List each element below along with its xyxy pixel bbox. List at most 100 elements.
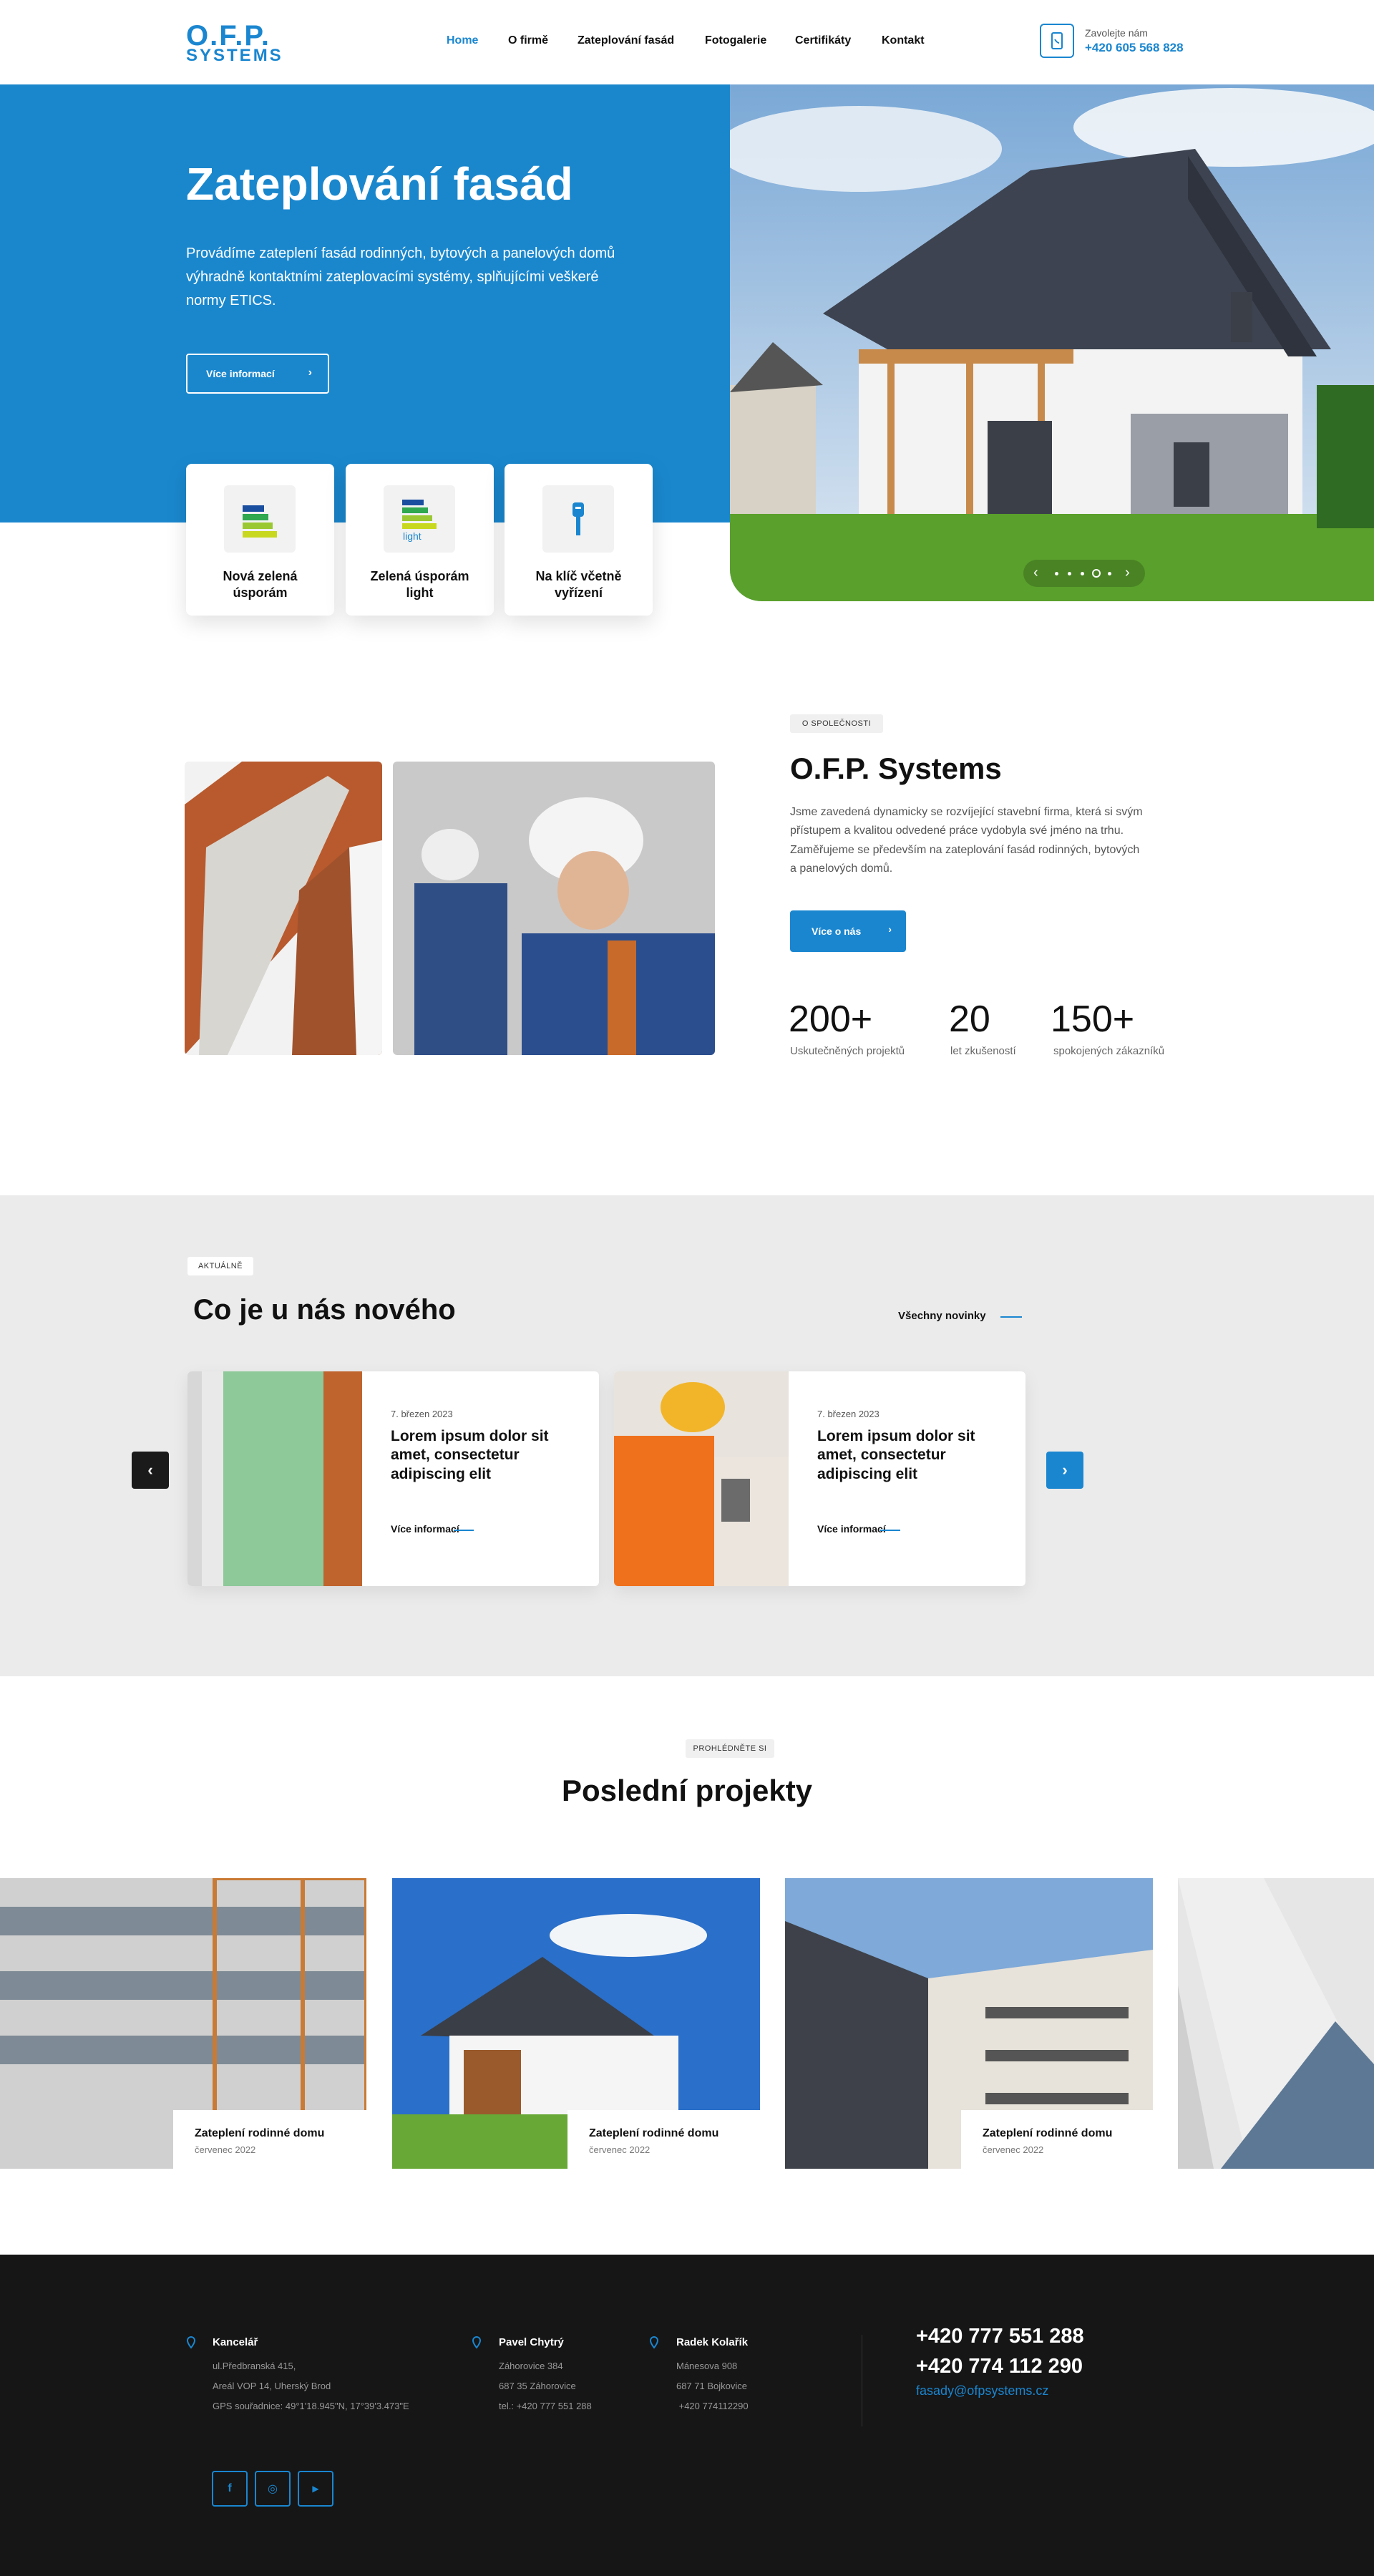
stat-years-value: 20 xyxy=(949,998,990,1040)
feature-card-label: Zelená úsporám light xyxy=(370,569,469,601)
project-date: červenec 2022 xyxy=(983,2144,1044,2155)
hero-house-photo xyxy=(730,84,1374,601)
energy-label-light-icon: light xyxy=(384,485,455,553)
all-news-link[interactable]: Všechny novinky xyxy=(898,1310,986,1322)
news-prev-button[interactable]: ‹ xyxy=(132,1452,169,1489)
instagram-icon[interactable]: ◎ xyxy=(255,2471,291,2507)
feature-card-na-klic[interactable]: Na klíč včetně vyřízení xyxy=(505,464,653,616)
nav-zateplovani[interactable]: Zateplování fasád xyxy=(578,34,674,47)
news-title: Co je u nás nového xyxy=(193,1294,456,1326)
chevron-right-icon: › xyxy=(888,923,892,935)
light-icon-text: light xyxy=(403,530,422,542)
phone-icon[interactable] xyxy=(1040,24,1074,58)
logo-text-systems[interactable]: SYSTEMS xyxy=(186,47,283,64)
project-date: červenec 2022 xyxy=(589,2144,651,2155)
news-more-link[interactable]: Více informací xyxy=(391,1523,459,1535)
nav-kontakt[interactable]: Kontakt xyxy=(882,34,925,47)
contact-line: tel.: +420 777 551 288 xyxy=(499,2401,592,2411)
stat-years-label: let zkušeností xyxy=(950,1045,1016,1057)
project-caption: Zateplení rodinné domu červenec 2022 xyxy=(567,2110,761,2169)
feature-card-light[interactable]: light Zelená úsporám light xyxy=(346,464,494,616)
office-line: GPS souřadnice: 49°1'18.945"N, 17°39'3.4… xyxy=(213,2401,409,2411)
stat-projects-label: Uskutečněných projektů xyxy=(790,1045,905,1057)
project-caption: Zateplení rodinné domu červenec 2022 xyxy=(173,2110,366,2169)
contact-line: 687 35 Záhorovice xyxy=(499,2381,576,2391)
location-pin-icon xyxy=(186,2336,196,2349)
stat-clients-value: 150+ xyxy=(1051,998,1135,1040)
hero-text: Provádíme zateplení fasád rodinných, byt… xyxy=(186,246,615,308)
contact-line: Záhorovice 384 xyxy=(499,2361,563,2371)
footer-email[interactable]: fasady@ofpsystems.cz xyxy=(916,2383,1048,2398)
office-name: Kancelář xyxy=(213,2336,258,2348)
youtube-icon[interactable]: ▶ xyxy=(298,2471,333,2507)
feature-card-label: Nová zelená úsporám xyxy=(223,569,298,601)
news-next-button[interactable]: › xyxy=(1046,1452,1083,1489)
chevron-right-icon: › xyxy=(308,366,312,379)
contact-line: +420 774112290 xyxy=(676,2401,749,2411)
contact-name: Radek Kolařík xyxy=(676,2336,749,2348)
nav-o-firme[interactable]: O firmě xyxy=(508,34,548,47)
news-card[interactable]: 7. březen 2023 Lorem ipsum dolor sit ame… xyxy=(614,1371,1025,1586)
office-line: ul.Předbranská 415, xyxy=(213,2361,296,2371)
project-title[interactable]: Zateplení rodinné domu xyxy=(195,2127,366,2140)
energy-label-icon xyxy=(224,485,296,553)
slider-dot[interactable] xyxy=(1055,572,1058,575)
footer-phone[interactable]: +420 777 551 288 xyxy=(916,2325,1084,2348)
page: O.F.P. SYSTEMS Home O firmě Zateplování … xyxy=(0,0,1374,2576)
arrow-right-icon xyxy=(454,1530,474,1531)
about-title: O.F.P. Systems xyxy=(790,752,1002,785)
slider-dot[interactable] xyxy=(1068,572,1071,575)
about-more-label: Více o nás xyxy=(812,925,862,937)
project-title[interactable]: Zateplení rodinné domu xyxy=(983,2127,1154,2140)
project-image-glass-building[interactable] xyxy=(1178,1878,1374,2169)
project-date: červenec 2022 xyxy=(195,2144,256,2155)
stat-projects-value: 200+ xyxy=(789,998,873,1040)
arrow-right-icon xyxy=(880,1530,900,1531)
news-title[interactable]: Lorem ipsum dolor sit amet, consectetur … xyxy=(817,1427,1003,1484)
about-more-button[interactable]: Více o nás › xyxy=(790,910,906,952)
about-text: Jsme zavedená dynamicky se rozvíjející s… xyxy=(790,806,1143,875)
facebook-icon[interactable]: f xyxy=(212,2471,248,2507)
footer-phone[interactable]: +420 774 112 290 xyxy=(916,2355,1083,2378)
slider-dot[interactable] xyxy=(1108,572,1111,575)
feature-card-label: Na klíč včetně vyřízení xyxy=(535,569,622,601)
project-title[interactable]: Zateplení rodinné domu xyxy=(589,2127,761,2140)
about-insulation-image xyxy=(185,762,382,1055)
news-title[interactable]: Lorem ipsum dolor sit amet, consectetur … xyxy=(391,1427,577,1484)
hero-title: Zateplování fasád xyxy=(186,158,573,210)
stat-clients-label: spokojených zákazníků xyxy=(1053,1045,1165,1057)
news-tag: AKTUÁLNĚ xyxy=(187,1257,253,1275)
location-pin-icon xyxy=(649,2336,659,2349)
projects-tag: PROHLÉDNĚTE SI xyxy=(686,1739,774,1758)
nav-certifikaty[interactable]: Certifikáty xyxy=(795,34,851,47)
projects-title: Poslední projekty xyxy=(561,1774,813,1807)
hero-more-label: Více informací xyxy=(206,368,275,379)
call-label: Zavolejte nám xyxy=(1085,27,1148,39)
hero-slider-controls: ‹ › xyxy=(1023,560,1145,587)
project-caption: Zateplení rodinné domu červenec 2022 xyxy=(961,2110,1154,2169)
slider-dot-active[interactable] xyxy=(1092,569,1101,578)
news-card[interactable]: 7. březen 2023 Lorem ipsum dolor sit ame… xyxy=(187,1371,599,1586)
news-image-insulation xyxy=(187,1371,362,1586)
location-pin-icon xyxy=(472,2336,482,2349)
site-footer xyxy=(0,2255,1374,2576)
slider-prev-icon[interactable]: ‹ xyxy=(1033,565,1038,581)
nav-home[interactable]: Home xyxy=(447,34,478,47)
contact-line: Mánesova 908 xyxy=(676,2361,738,2371)
hero-more-button[interactable]: Více informací › xyxy=(186,354,329,394)
about-tag: O SPOLEČNOSTI xyxy=(790,714,883,733)
call-number[interactable]: +420 605 568 828 xyxy=(1085,41,1184,55)
nav-fotogalerie[interactable]: Fotogalerie xyxy=(705,34,766,47)
contact-line: 687 71 Bojkovice xyxy=(676,2381,748,2391)
slider-next-icon[interactable]: › xyxy=(1125,565,1130,581)
key-icon xyxy=(542,485,614,553)
about-workers-image xyxy=(393,762,715,1055)
news-more-link[interactable]: Více informací xyxy=(817,1523,886,1535)
news-date: 7. březen 2023 xyxy=(817,1409,880,1419)
news-date: 7. březen 2023 xyxy=(391,1409,453,1419)
news-image-worker xyxy=(614,1371,789,1586)
feature-card-zelena-usporam[interactable]: Nová zelená úsporám xyxy=(186,464,334,616)
arrow-right-icon xyxy=(1000,1316,1022,1318)
contact-name: Pavel Chytrý xyxy=(499,2336,564,2348)
slider-dot[interactable] xyxy=(1081,572,1084,575)
